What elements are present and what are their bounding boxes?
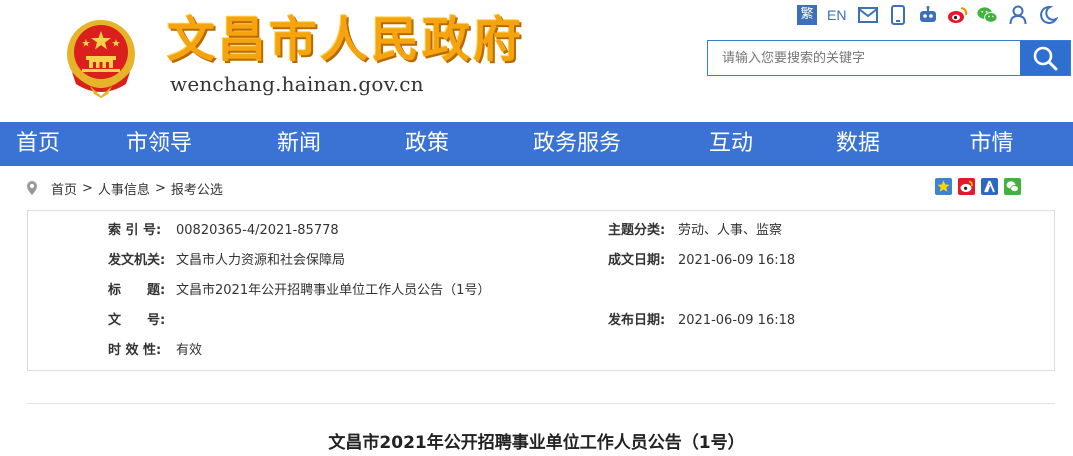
metadata-row: 发文机关: 文昌市人力资源和社会保障局 成文日期: 2021-06-09 16:… bbox=[28, 246, 1054, 276]
doc-title-label: 标 题: bbox=[108, 283, 166, 298]
validity-value: 有效 bbox=[176, 343, 203, 358]
nav-item-news[interactable]: 新闻 bbox=[242, 122, 356, 166]
location-pin-icon bbox=[27, 181, 37, 195]
nav-item-data[interactable]: 数据 bbox=[806, 122, 910, 166]
nav-item-gov-services[interactable]: 政务服务 bbox=[498, 122, 656, 166]
metadata-row: 标 题: 文昌市2021年公开招聘事业单位工作人员公告（1号） bbox=[28, 276, 1054, 306]
created-date-label: 成文日期: bbox=[608, 253, 666, 268]
doc-title-value: 文昌市2021年公开招聘事业单位工作人员公告（1号） bbox=[176, 283, 491, 298]
breadcrumb-home[interactable]: 首页 bbox=[51, 179, 77, 198]
breadcrumb-exam-selection[interactable]: 报考公选 bbox=[171, 179, 223, 198]
created-date-value: 2021-06-09 16:18 bbox=[678, 253, 796, 268]
site-domain[interactable]: wenchang.hainan.gov.cn bbox=[170, 72, 424, 96]
nav-item-leaders[interactable]: 市领导 bbox=[76, 122, 242, 166]
mail-icon[interactable] bbox=[857, 5, 878, 26]
published-date-label: 发布日期: bbox=[608, 313, 666, 328]
share-bar bbox=[929, 178, 1021, 195]
topic-label: 主题分类: bbox=[608, 223, 666, 238]
breadcrumb-personnel[interactable]: 人事信息 bbox=[98, 179, 150, 198]
doc-number-label: 文 号: bbox=[108, 313, 166, 328]
weibo-share-icon[interactable] bbox=[958, 178, 975, 195]
weibo-icon[interactable] bbox=[947, 5, 968, 26]
header-toolbar: 繁 EN bbox=[797, 4, 1067, 26]
metadata-row: 索 引 号: 00820365-4/2021-85778 主题分类: 劳动、人事… bbox=[28, 216, 1054, 246]
issuer-label: 发文机关: bbox=[108, 253, 166, 268]
issuer-value: 文昌市人力资源和社会保障局 bbox=[176, 253, 346, 268]
renren-icon[interactable] bbox=[981, 178, 998, 195]
topic-value: 劳动、人事、监察 bbox=[678, 223, 783, 238]
user-icon[interactable] bbox=[1007, 5, 1028, 26]
robot-icon[interactable] bbox=[917, 5, 938, 26]
mobile-icon[interactable] bbox=[887, 5, 908, 26]
nav-item-policy[interactable]: 政策 bbox=[356, 122, 498, 166]
search-button[interactable] bbox=[1020, 41, 1070, 75]
qzone-icon[interactable] bbox=[935, 178, 952, 195]
metadata-row: 时 效 性: 有效 bbox=[28, 336, 1054, 366]
index-number-value: 00820365-4/2021-85778 bbox=[176, 223, 339, 238]
index-number-label: 索 引 号: bbox=[108, 223, 162, 238]
search-bar bbox=[707, 40, 1071, 76]
article-title: 文昌市2021年公开招聘事业单位工作人员公告（1号） bbox=[328, 433, 745, 453]
english-button[interactable]: EN bbox=[827, 7, 846, 23]
breadcrumb-separator: > bbox=[154, 180, 166, 196]
validity-label: 时 效 性: bbox=[108, 343, 162, 358]
breadcrumb: 首页 > 人事信息 > 报考公选 bbox=[25, 176, 1055, 200]
main-nav: 首页 市领导 新闻 政策 政务服务 互动 数据 市情 bbox=[0, 122, 1073, 166]
nav-item-home[interactable]: 首页 bbox=[0, 122, 76, 166]
traditional-chinese-button[interactable]: 繁 bbox=[797, 5, 817, 25]
dark-mode-icon[interactable] bbox=[1037, 5, 1058, 26]
metadata-row: 文 号: 发布日期: 2021-06-09 16:18 bbox=[28, 306, 1054, 336]
wechat-share-icon[interactable] bbox=[1004, 178, 1021, 195]
search-icon bbox=[1033, 46, 1058, 71]
wechat-icon[interactable] bbox=[977, 5, 998, 26]
document-metadata: 索 引 号: 00820365-4/2021-85778 主题分类: 劳动、人事… bbox=[27, 210, 1055, 371]
content-divider bbox=[27, 403, 1055, 404]
site-title[interactable]: 文昌市人民政府 bbox=[167, 10, 524, 70]
national-emblem-icon bbox=[67, 20, 135, 98]
nav-item-interaction[interactable]: 互动 bbox=[656, 122, 806, 166]
search-input[interactable] bbox=[708, 41, 1020, 75]
nav-item-city-info[interactable]: 市情 bbox=[910, 122, 1073, 166]
breadcrumb-separator: > bbox=[82, 180, 93, 196]
published-date-value: 2021-06-09 16:18 bbox=[678, 313, 796, 328]
site-header: 文昌市人民政府 wenchang.hainan.gov.cn 繁 EN bbox=[0, 0, 1073, 122]
